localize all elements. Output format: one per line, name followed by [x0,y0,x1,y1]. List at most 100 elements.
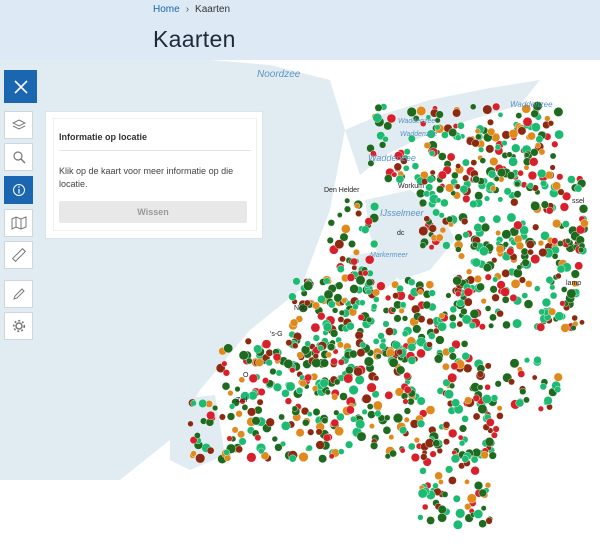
map-marker[interactable] [551,140,559,148]
map-marker[interactable] [258,447,265,455]
map-marker[interactable] [359,341,367,349]
map-marker[interactable] [432,208,440,217]
map-marker[interactable] [429,169,436,176]
map-marker[interactable] [459,185,469,194]
map-marker[interactable] [559,202,570,212]
map-marker[interactable] [321,417,329,424]
map-marker[interactable] [551,237,559,245]
map-marker[interactable] [336,265,345,273]
map-marker[interactable] [459,440,466,447]
map-marker[interactable] [345,405,355,415]
map-marker[interactable] [438,312,445,319]
map-marker[interactable] [271,435,278,443]
map-marker[interactable] [303,280,314,291]
map-marker[interactable] [479,246,489,256]
map-marker[interactable] [517,370,526,378]
map-marker[interactable] [491,293,500,302]
map-marker[interactable] [579,319,585,326]
map-marker[interactable] [472,412,481,421]
map-marker[interactable] [361,225,370,234]
map-marker[interactable] [484,195,491,202]
map-marker[interactable] [511,143,521,153]
map-marker[interactable] [373,296,380,303]
map-marker[interactable] [425,183,434,192]
map-marker[interactable] [501,229,512,240]
map-marker[interactable] [334,426,344,437]
map-marker[interactable] [338,448,345,455]
map-marker[interactable] [412,324,422,334]
map-marker[interactable] [284,397,293,405]
map-marker[interactable] [448,128,458,137]
map-marker[interactable] [464,503,472,511]
map-marker[interactable] [470,466,480,476]
map-marker[interactable] [442,362,450,371]
map-marker[interactable] [370,202,380,212]
map-marker[interactable] [312,408,321,416]
map-marker[interactable] [401,330,409,338]
map-marker[interactable] [452,275,462,286]
map-marker[interactable] [315,440,325,450]
map-marker[interactable] [429,450,437,458]
map-marker[interactable] [350,415,357,423]
map-marker[interactable] [469,199,478,208]
map-marker[interactable] [227,390,234,397]
map-marker[interactable] [448,476,457,485]
map-marker[interactable] [451,171,459,180]
map-marker[interactable] [354,374,365,385]
map-marker[interactable] [190,400,197,407]
map-marker[interactable] [524,152,530,158]
map-marker[interactable] [580,219,589,228]
map-marker[interactable] [382,320,390,328]
map-marker[interactable] [235,445,243,454]
map-marker[interactable] [480,298,487,305]
map-marker[interactable] [530,201,541,211]
map-marker[interactable] [246,452,257,463]
map-marker[interactable] [254,434,262,442]
map-marker[interactable] [417,514,424,521]
map-marker[interactable] [379,141,387,149]
map-marker[interactable] [484,437,495,447]
map-marker[interactable] [426,341,433,348]
map-marker[interactable] [490,394,499,402]
map-marker[interactable] [428,244,435,251]
map-marker[interactable] [455,508,466,519]
map-marker[interactable] [501,295,510,304]
map-marker[interactable] [471,257,481,268]
map-marker[interactable] [231,426,239,434]
map-marker[interactable] [408,278,416,286]
map-marker[interactable] [526,240,535,249]
map-marker[interactable] [456,320,464,328]
map-marker[interactable] [435,197,442,204]
map-marker[interactable] [333,378,341,386]
map-marker[interactable] [534,285,541,292]
map-marker[interactable] [464,396,472,405]
map-marker[interactable] [355,275,366,286]
map-marker[interactable] [393,162,402,171]
map-marker[interactable] [549,284,556,291]
map-marker[interactable] [367,410,376,419]
map-marker[interactable] [377,332,385,340]
map-marker[interactable] [425,280,434,289]
map-marker[interactable] [419,467,427,475]
map-marker[interactable] [288,292,297,301]
map-marker[interactable] [336,341,344,349]
map-marker[interactable] [549,164,556,171]
map-marker[interactable] [278,413,285,421]
map-marker[interactable] [475,133,482,141]
map-marker[interactable] [324,389,331,396]
map-marker[interactable] [257,388,266,396]
map-marker[interactable] [306,411,313,417]
map-marker[interactable] [484,384,491,391]
map-marker[interactable] [574,261,584,271]
map-marker[interactable] [373,375,380,382]
map-marker[interactable] [462,231,470,239]
map-marker[interactable] [454,183,461,190]
map-marker[interactable] [385,348,395,358]
map-marker[interactable] [466,493,477,504]
map-marker[interactable] [472,394,480,402]
map-marker[interactable] [290,318,299,327]
map-marker[interactable] [333,409,340,416]
search-button[interactable] [4,143,33,171]
map-marker[interactable] [570,269,580,279]
map-marker[interactable] [452,108,461,118]
